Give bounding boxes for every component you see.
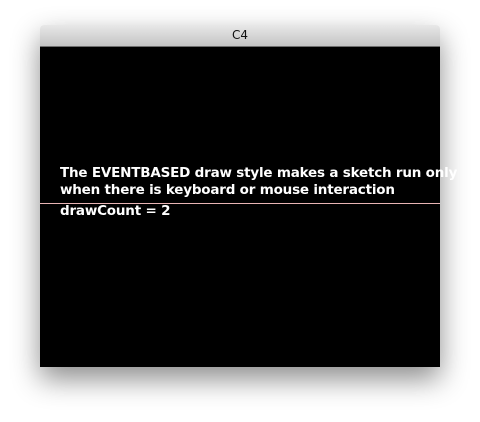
sketch-canvas[interactable]: The EVENTBASED draw style makes a sketch…	[40, 47, 457, 367]
sketch-window: C4 The EVENTBASED draw style makes a ske…	[40, 25, 457, 367]
description-line-1: The EVENTBASED draw style makes a sketch…	[60, 165, 458, 181]
window-title: C4	[231, 28, 248, 42]
draw-count-label: drawCount = 2	[60, 203, 171, 219]
description-line-2: when there is keyboard or mouse interact…	[60, 182, 395, 198]
title-bar[interactable]: C4	[40, 25, 440, 47]
